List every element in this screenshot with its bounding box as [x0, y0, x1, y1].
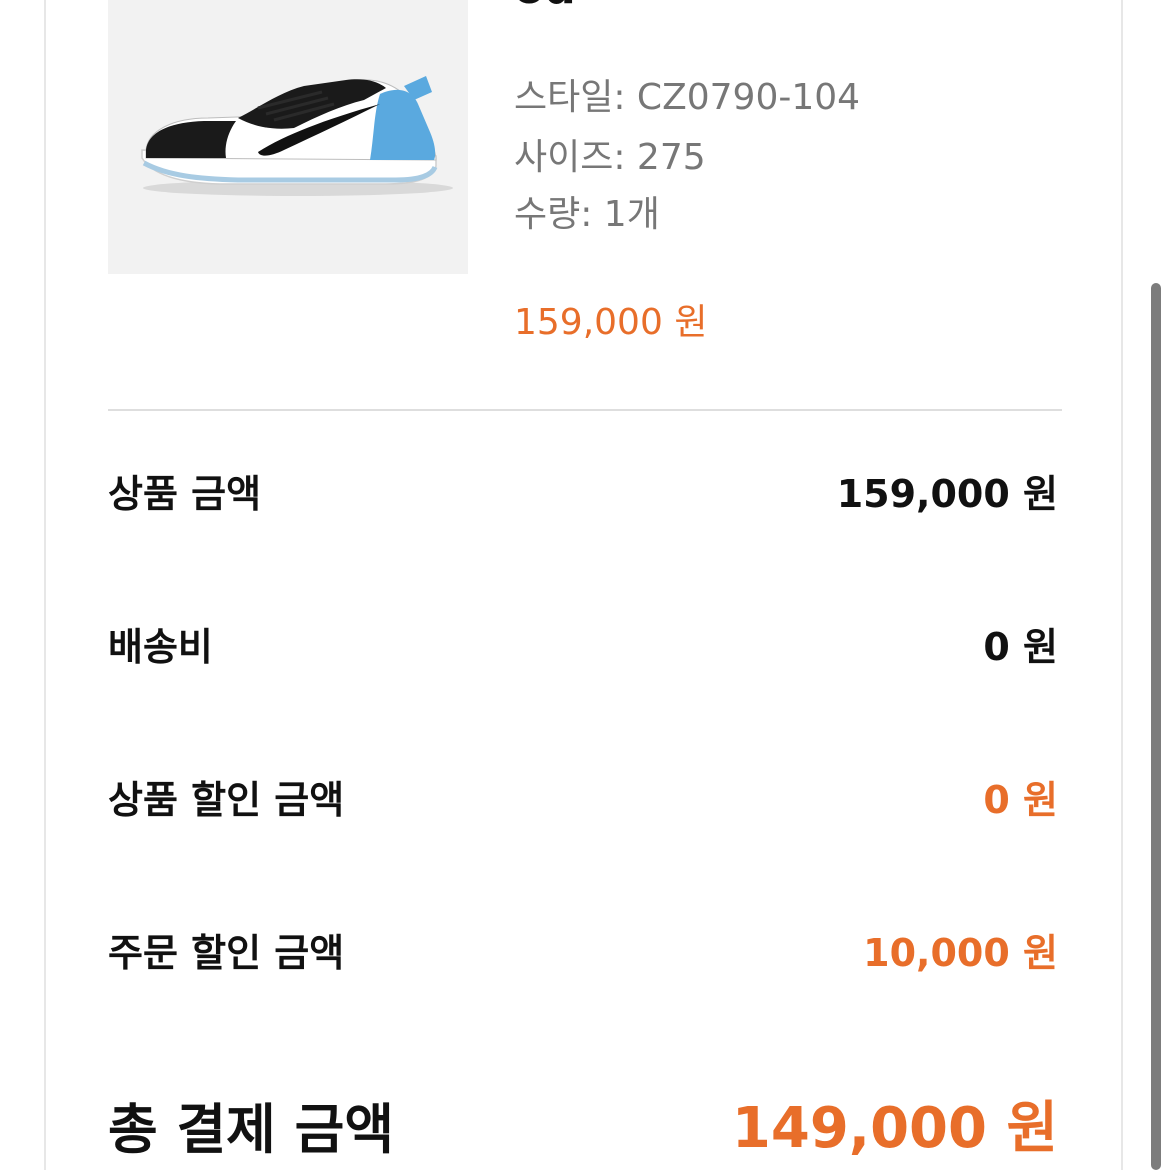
sneaker-icon [141, 76, 453, 196]
product-title: od [514, 0, 576, 14]
product-quantity: 수량: 1개 [514, 194, 660, 235]
section-divider [108, 409, 1062, 411]
total-payment-value: 149,000 원 [731, 1096, 1058, 1161]
order-discount-label: 주문 할인 금액 [108, 931, 345, 975]
scrollbar[interactable] [1151, 283, 1161, 1170]
card-right-border [1121, 0, 1123, 1170]
order-discount-value: 10,000 원 [863, 931, 1058, 975]
product-size: 사이즈: 275 [514, 137, 706, 178]
product-discount-label: 상품 할인 금액 [108, 778, 345, 822]
subtotal-label: 상품 금액 [108, 472, 262, 516]
product-discount-value: 0 원 [983, 778, 1058, 822]
shipping-value: 0 원 [983, 625, 1058, 669]
product-style: 스타일: CZ0790-104 [514, 77, 861, 118]
product-image [108, 0, 468, 274]
subtotal-value: 159,000 원 [836, 472, 1058, 516]
shipping-label: 배송비 [108, 625, 213, 669]
total-payment-label: 총 결제 금액 [108, 1098, 394, 1161]
card-left-border [44, 0, 46, 1170]
product-price: 159,000 원 [514, 302, 708, 343]
